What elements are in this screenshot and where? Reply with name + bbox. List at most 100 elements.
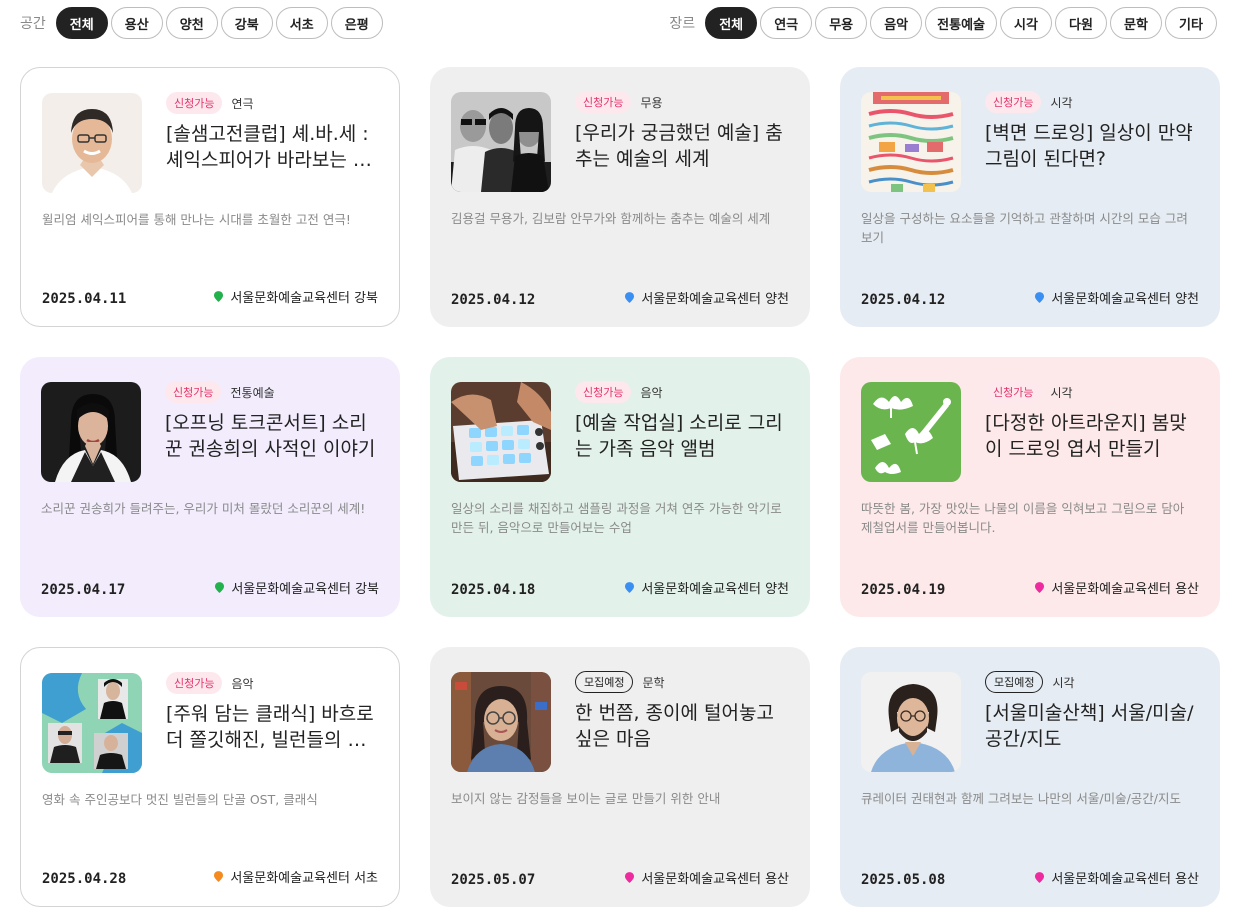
space-filter: 공간 전체 용산 양천 강북 서초 은평 (20, 7, 386, 39)
genre-label: 전통예술 (230, 385, 275, 400)
venue-name: 서울문화예술교육센터 용산 (1051, 872, 1199, 887)
space-chip-eunpyeong[interactable]: 은평 (330, 7, 383, 39)
card-description: 윌리엄 셰익스피어를 통해 만나는 시대를 초월한 고전 연극! (42, 212, 351, 227)
genre-chip-literature[interactable]: 문학 (1110, 7, 1162, 39)
genre-label: 연극 (231, 96, 254, 111)
status-badge: 신청가능 (575, 91, 632, 113)
location-pin-icon (625, 292, 635, 303)
status-badge: 신청가능 (166, 672, 223, 694)
venue-name: 서울문화예술교육센터 강북 (231, 582, 379, 597)
card-venue: 서울문화예술교육센터 용산 (1035, 868, 1199, 887)
program-card[interactable]: 신청가능 시각 [벽면 드로잉] 일상이 만약 그림이 된다면? 일상을 구성하… (840, 67, 1220, 327)
genre-label: 시각 (1050, 95, 1073, 110)
card-meta: 신청가능 무용 (575, 91, 663, 113)
card-venue: 서울문화예술교육센터 강북 (215, 578, 379, 597)
card-venue: 서울문화예술교육센터 강북 (214, 287, 378, 306)
card-venue: 서울문화예술교육센터 양천 (625, 288, 789, 307)
man-portrait-thumbnail (42, 93, 142, 193)
location-pin-icon (214, 291, 224, 302)
venue-name: 서울문화예술교육센터 양천 (1051, 292, 1199, 307)
card-description: 일상을 구성하는 요소들을 기억하고 관찰하며 시간의 모습 그려보기 (861, 211, 1188, 245)
card-date: 2025.04.18 (451, 582, 536, 598)
card-title[interactable]: [벽면 드로잉] 일상이 만약 그림이 된다면? (985, 120, 1200, 172)
space-filter-label: 공간 (20, 16, 46, 32)
program-card[interactable]: 신청가능 연극 [솔샘고전클럽] 셰.바.세 : 셰익스피어가 바라보는 세상 … (20, 67, 400, 327)
venue-name: 서울문화예술교육센터 서초 (230, 871, 378, 886)
status-badge: 모집예정 (985, 671, 1044, 693)
card-meta: 모집예정 시각 (985, 671, 1075, 693)
card-venue: 서울문화예술교육센터 용산 (1035, 578, 1199, 597)
card-meta: 신청가능 시각 (985, 91, 1073, 113)
genre-filter: 장르 전체 연극 무용 음악 전통예술 시각 다원 문학 기타 (669, 7, 1220, 39)
card-title[interactable]: [예술 작업실] 소리로 그리는 가족 음악 앨범 (575, 410, 790, 462)
program-card[interactable]: 모집예정 문학 한 번쯤, 종이에 털어놓고 싶은 마음 보이지 않는 감정들을… (430, 647, 810, 907)
bearded-man-thumbnail (861, 672, 961, 772)
status-badge: 신청가능 (985, 381, 1042, 403)
woman-portrait-thumbnail (41, 382, 141, 482)
genre-filter-label: 장르 (669, 16, 696, 32)
venue-name: 서울문화예술교육센터 양천 (641, 582, 789, 597)
card-title[interactable]: 한 번쯤, 종이에 털어놓고 싶은 마음 (575, 700, 790, 752)
space-chip-gangbuk[interactable]: 강북 (220, 7, 273, 39)
location-pin-icon (1035, 292, 1045, 303)
venue-name: 서울문화예술교육센터 용산 (1051, 582, 1199, 597)
card-venue: 서울문화예술교육센터 양천 (625, 578, 789, 597)
card-venue: 서울문화예술교육센터 양천 (1035, 288, 1199, 307)
card-date: 2025.04.17 (41, 582, 126, 598)
card-description: 따뜻한 봄, 가장 맛있는 나물의 이름을 익혀보고 그림으로 담아 제철업서를… (861, 501, 1185, 535)
status-badge: 신청가능 (985, 91, 1042, 113)
space-chip-yangcheon[interactable]: 양천 (165, 7, 218, 39)
card-title[interactable]: [솔샘고전클럽] 셰.바.세 : 셰익스피어가 바라보는 세상 (166, 121, 381, 173)
genre-chip-multidisciplinary[interactable]: 다원 (1055, 7, 1107, 39)
card-title[interactable]: [주워 담는 클래식] 바흐로 더 쫄깃해진, 빌런들의 클래식 (166, 701, 381, 753)
program-card[interactable]: 신청가능 음악 [주워 담는 클래식] 바흐로 더 쫄깃해진, 빌런들의 클래식… (20, 647, 400, 907)
card-title[interactable]: [서울미술산책] 서울/미술/공간/지도 (985, 700, 1200, 752)
card-meta: 모집예정 문학 (575, 671, 665, 693)
card-title[interactable]: [오프닝 토크콘서트] 소리꾼 권송희의 사적인 이야기 (165, 410, 380, 462)
card-meta: 신청가능 연극 (166, 92, 254, 114)
venue-name: 서울문화예술교육센터 용산 (641, 872, 789, 887)
green-illustration-thumbnail (861, 382, 961, 482)
genre-chip-visual[interactable]: 시각 (1000, 7, 1052, 39)
genre-label: 시각 (1052, 675, 1075, 690)
card-date: 2025.04.19 (861, 582, 946, 598)
program-card[interactable]: 신청가능 전통예술 [오프닝 토크콘서트] 소리꾼 권송희의 사적인 이야기 소… (20, 357, 400, 617)
location-pin-icon (625, 582, 635, 593)
status-badge: 신청가능 (575, 381, 632, 403)
genre-chip-traditional[interactable]: 전통예술 (925, 7, 997, 39)
program-card[interactable]: 신청가능 시각 [다정한 아트라운지] 봄맞이 드로잉 엽서 만들기 따뜻한 봄… (840, 357, 1220, 617)
venue-name: 서울문화예술교육센터 강북 (230, 291, 378, 306)
card-description: 소리꾼 권송희가 들려주는, 우리가 미처 몰랐던 소리꾼의 세계! (41, 501, 366, 516)
card-meta: 신청가능 시각 (985, 381, 1073, 403)
card-date: 2025.04.28 (42, 871, 127, 887)
program-card[interactable]: 신청가능 무용 [우리가 궁금했던 예술] 춤추는 예술의 세계 김용걸 무용가… (430, 67, 810, 327)
genre-chip-dance[interactable]: 무용 (815, 7, 868, 39)
card-meta: 신청가능 음악 (575, 381, 663, 403)
three-dancers-thumbnail (451, 92, 551, 192)
genre-chip-music[interactable]: 음악 (870, 7, 923, 39)
card-date: 2025.05.08 (861, 872, 946, 888)
genre-label: 음악 (640, 385, 663, 400)
space-chip-yongsan[interactable]: 용산 (110, 7, 163, 39)
genre-label: 무용 (640, 95, 663, 110)
card-date: 2025.04.12 (861, 292, 946, 308)
card-date: 2025.05.07 (451, 872, 536, 888)
card-title[interactable]: [우리가 궁금했던 예술] 춤추는 예술의 세계 (575, 120, 790, 172)
status-badge: 신청가능 (166, 92, 223, 114)
space-chip-all[interactable]: 전체 (55, 7, 108, 39)
program-card[interactable]: 모집예정 시각 [서울미술산책] 서울/미술/공간/지도 큐레이터 권태현과 함… (840, 647, 1220, 907)
card-description: 큐레이터 권태현과 함께 그려보는 나만의 서울/미술/공간/지도 (861, 791, 1182, 806)
card-venue: 서울문화예술교육센터 서초 (214, 867, 378, 886)
status-badge: 신청가능 (165, 381, 222, 403)
genre-chip-theater[interactable]: 연극 (760, 7, 813, 39)
musicians-collage-thumbnail (42, 673, 142, 773)
woman-glasses-thumbnail (451, 672, 551, 772)
genre-chip-etc[interactable]: 기타 (1165, 7, 1217, 39)
card-description: 김용걸 무용가, 김보람 안무가와 함께하는 춤추는 예술의 세계 (451, 211, 771, 226)
card-title[interactable]: [다정한 아트라운지] 봄맞이 드로잉 엽서 만들기 (985, 410, 1200, 462)
location-pin-icon (625, 872, 635, 883)
location-pin-icon (214, 871, 224, 882)
space-chip-seocho[interactable]: 서초 (275, 7, 328, 39)
program-card[interactable]: 신청가능 음악 [예술 작업실] 소리로 그리는 가족 음악 앨범 일상의 소리… (430, 357, 810, 617)
genre-chip-all[interactable]: 전체 (705, 7, 758, 39)
